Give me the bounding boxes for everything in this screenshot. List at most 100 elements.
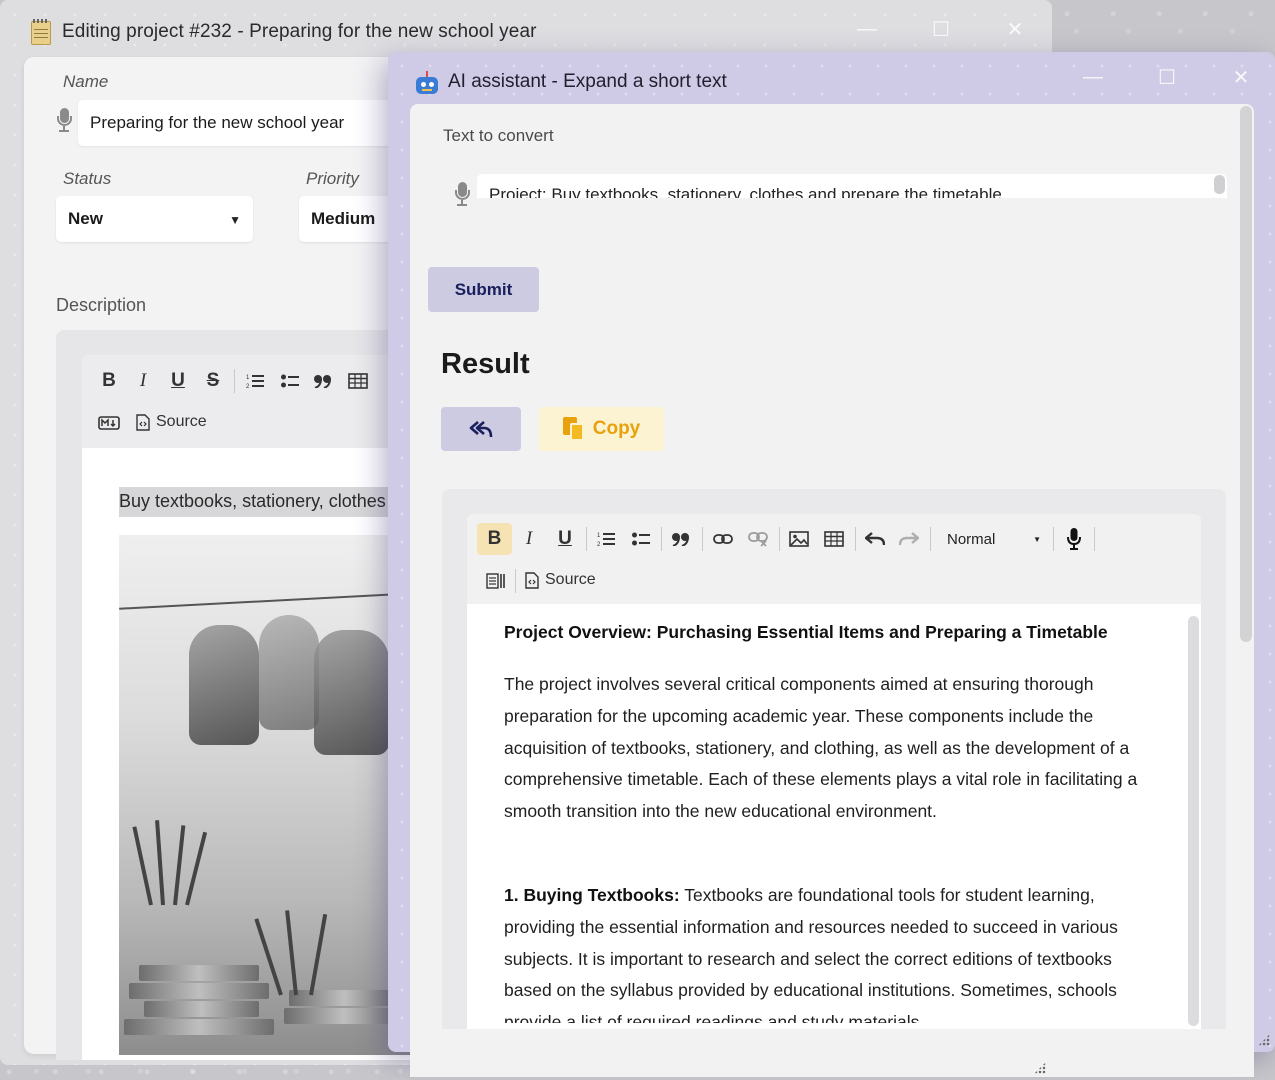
- italic-button[interactable]: I: [518, 524, 540, 554]
- toolbar-separator: [1094, 527, 1095, 551]
- result-list-item: 1. Buying Textbooks: Textbooks are found…: [504, 880, 1159, 1023]
- quote-icon: [672, 533, 689, 546]
- paragraph-format-select[interactable]: Normal ▼: [937, 524, 1049, 554]
- source-button[interactable]: Source: [136, 408, 207, 436]
- toolbar-separator: [515, 569, 516, 593]
- project-window-title: Editing project #232 - Preparing for the…: [62, 21, 537, 42]
- status-label: Status: [63, 169, 112, 188]
- unlink-icon: [748, 532, 768, 547]
- copy-button[interactable]: Copy: [539, 407, 664, 451]
- table-button[interactable]: [346, 366, 370, 396]
- robot-icon: [414, 71, 440, 96]
- redo-icon: [899, 532, 919, 546]
- reply-all-icon: [469, 421, 493, 438]
- toolbar-separator: [855, 527, 856, 551]
- result-title: Project Overview: Purchasing Essential I…: [504, 622, 1108, 642]
- source-code-icon: [136, 413, 150, 431]
- svg-text:1: 1: [597, 533, 601, 539]
- dictation-button[interactable]: [1061, 524, 1087, 554]
- unlink-button[interactable]: [745, 524, 771, 554]
- description-text[interactable]: Buy textbooks, stationery, clothes and p…: [119, 487, 416, 517]
- close-button[interactable]: ✕: [1204, 60, 1275, 94]
- text-to-convert-label: Text to convert: [443, 126, 554, 145]
- underline-button[interactable]: U: [167, 366, 189, 396]
- bold-button[interactable]: B: [98, 366, 120, 396]
- copy-label: Copy: [592, 418, 641, 439]
- priority-value: Medium: [311, 209, 376, 228]
- ai-panel-scrollbar[interactable]: [1240, 104, 1252, 1024]
- microphone-icon[interactable]: [455, 182, 470, 208]
- undo-icon: [865, 532, 885, 546]
- minimize-button[interactable]: —: [830, 12, 904, 46]
- resize-grip-icon[interactable]: [1034, 1062, 1046, 1074]
- toolbar-separator: [661, 527, 662, 551]
- result-heading: Result: [441, 348, 530, 380]
- numbered-list-button[interactable]: 12: [243, 366, 267, 396]
- microphone-icon[interactable]: [57, 108, 72, 134]
- ai-window-title: AI assistant - Expand a short text: [448, 71, 727, 92]
- project-window-titlebar[interactable]: Editing project #232 - Preparing for the…: [0, 0, 1052, 58]
- resize-grip-icon[interactable]: [1258, 1034, 1270, 1046]
- description-label: Description: [56, 295, 147, 315]
- toolbar-separator: [702, 527, 703, 551]
- bullet-list-button[interactable]: [629, 524, 653, 554]
- text-to-convert-input[interactable]: Project: Buy textbooks, stationery, clot…: [477, 174, 1227, 198]
- submit-button[interactable]: Submit: [428, 267, 539, 312]
- maximize-button[interactable]: ☐: [1130, 60, 1204, 94]
- textarea-scrollbar[interactable]: [1214, 175, 1225, 194]
- undo-button[interactable]: [862, 524, 888, 554]
- paragraph-format-value: Normal: [947, 530, 996, 548]
- quote-button[interactable]: [669, 524, 693, 554]
- quote-button[interactable]: [311, 366, 335, 396]
- link-button[interactable]: [710, 524, 736, 554]
- notepad-icon: [31, 19, 51, 45]
- numbered-list-icon: 12: [246, 375, 264, 389]
- microphone-icon: [1067, 528, 1081, 550]
- table-button[interactable]: [821, 524, 847, 554]
- markdown-button[interactable]: [96, 408, 122, 438]
- table-icon: [348, 373, 368, 389]
- toolbar-separator: [1053, 527, 1054, 551]
- insert-back-button[interactable]: [441, 407, 521, 451]
- show-blocks-icon: [486, 573, 505, 589]
- quote-icon: [314, 375, 331, 388]
- image-icon: [789, 531, 809, 547]
- minimize-button[interactable]: —: [1056, 60, 1130, 94]
- project-window-controls: — ☐ ✕: [830, 12, 1052, 46]
- bullet-list-icon: [632, 532, 650, 546]
- toolbar-separator: [779, 527, 780, 551]
- bullet-list-button[interactable]: [278, 366, 302, 396]
- caret-down-icon: ▼: [1033, 534, 1041, 544]
- source-code-icon: [525, 571, 539, 589]
- close-button[interactable]: ✕: [978, 12, 1052, 46]
- strikethrough-button[interactable]: S: [202, 366, 224, 396]
- source-label: Source: [545, 571, 596, 588]
- svg-text:2: 2: [597, 542, 601, 547]
- status-select[interactable]: New ▼: [56, 196, 253, 242]
- scrollbar-thumb[interactable]: [1240, 106, 1252, 642]
- italic-button[interactable]: I: [132, 366, 154, 396]
- redo-button[interactable]: [896, 524, 922, 554]
- image-button[interactable]: [786, 524, 812, 554]
- result-scrollbar[interactable]: [1188, 616, 1199, 1026]
- show-blocks-button[interactable]: [482, 566, 508, 596]
- underline-button[interactable]: U: [554, 524, 576, 554]
- source-button[interactable]: Source: [525, 566, 596, 594]
- maximize-button[interactable]: ☐: [904, 12, 978, 46]
- result-item-title: 1. Buying Textbooks:: [504, 885, 680, 905]
- name-input[interactable]: Preparing for the new school year: [78, 100, 416, 146]
- toolbar-separator: [586, 527, 587, 551]
- svg-text:1: 1: [246, 375, 250, 381]
- ai-window-titlebar[interactable]: AI assistant - Expand a short text — ☐ ✕: [388, 52, 1275, 110]
- svg-text:2: 2: [246, 384, 250, 389]
- school-supplies-sketch-image: [119, 535, 416, 1055]
- numbered-list-button[interactable]: 12: [594, 524, 618, 554]
- numbered-list-icon: 12: [597, 533, 615, 547]
- ai-window-controls: — ☐ ✕: [1056, 60, 1275, 94]
- bold-button[interactable]: B: [477, 523, 512, 555]
- status-value: New: [68, 209, 103, 228]
- bullet-list-icon: [281, 374, 299, 388]
- priority-label: Priority: [306, 169, 359, 188]
- toolbar-separator: [234, 369, 235, 393]
- source-label: Source: [156, 413, 207, 430]
